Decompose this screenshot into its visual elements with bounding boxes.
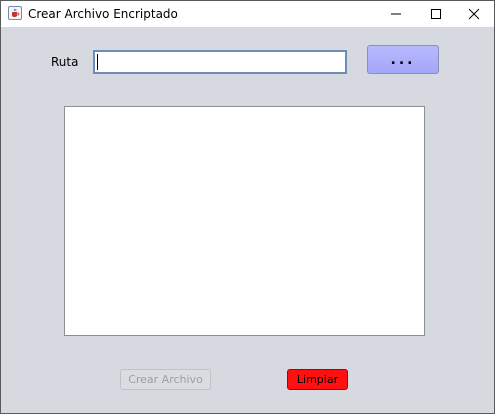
close-button[interactable] bbox=[454, 1, 494, 27]
form-panel: Ruta ... Crear Archivo Limpiar bbox=[1, 27, 494, 413]
content-textarea[interactable] bbox=[64, 106, 425, 336]
close-icon bbox=[468, 8, 480, 20]
minimize-icon bbox=[391, 13, 401, 15]
crear-archivo-button[interactable]: Crear Archivo bbox=[120, 369, 211, 390]
window-title: Crear Archivo Encriptado bbox=[28, 7, 178, 21]
maximize-button[interactable] bbox=[416, 1, 456, 27]
title-bar[interactable]: Crear Archivo Encriptado bbox=[1, 1, 494, 27]
ruta-input[interactable] bbox=[93, 50, 347, 74]
maximize-icon bbox=[431, 9, 441, 19]
ruta-label: Ruta bbox=[51, 55, 79, 69]
limpiar-button[interactable]: Limpiar bbox=[287, 369, 348, 390]
browse-button[interactable]: ... bbox=[367, 45, 439, 74]
minimize-button[interactable] bbox=[376, 1, 416, 27]
java-cup-icon bbox=[8, 6, 22, 20]
app-window: Crear Archivo Encriptado Ruta ... Crear … bbox=[0, 0, 495, 414]
text-caret bbox=[97, 54, 98, 70]
